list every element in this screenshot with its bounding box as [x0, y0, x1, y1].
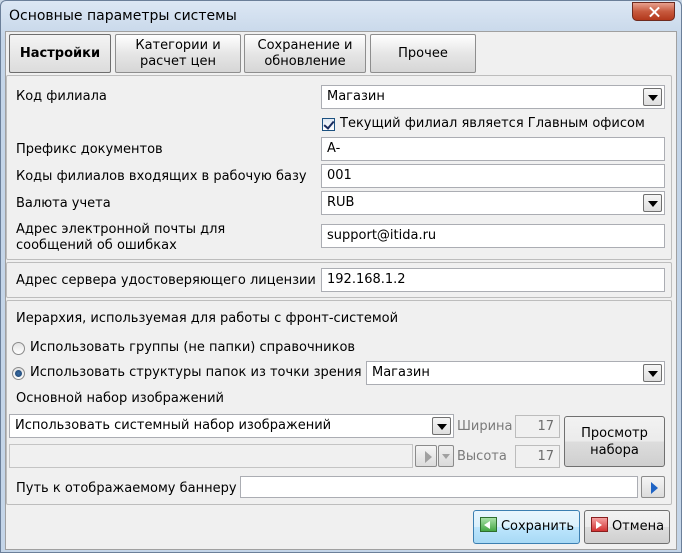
chevron-down-icon[interactable] — [643, 88, 662, 106]
cancel-icon — [591, 517, 608, 532]
tab-other-label: Прочее — [398, 45, 448, 61]
width-label: Ширина — [457, 419, 513, 434]
radio-use-groups[interactable] — [12, 342, 25, 355]
width-input[interactable]: 17 — [515, 415, 560, 438]
image-path-dropdown-button[interactable] — [438, 445, 454, 467]
main-office-checkbox-label: Текущий филиал является Главным офисом — [340, 116, 645, 131]
doc-prefix-label: Префикс документов — [16, 142, 163, 157]
tab-categories-pricing[interactable]: Категории и расчет цен — [115, 34, 241, 73]
banner-path-input[interactable] — [240, 476, 638, 498]
image-set-value: Использовать системный набор изображений — [15, 418, 332, 433]
width-value: 17 — [537, 419, 554, 434]
chevron-down-icon[interactable] — [432, 417, 451, 435]
image-set-select[interactable]: Использовать системный набор изображений — [9, 414, 454, 438]
image-path-input[interactable] — [9, 444, 413, 468]
incoming-codes-input[interactable]: 001 — [321, 164, 665, 188]
incoming-codes-label: Коды филиалов входящих в рабочую базу — [16, 169, 307, 184]
general-settings-panel: Код филиала Магазин Текущий филиал являе… — [6, 75, 672, 260]
radio-use-groups-label: Использовать группы (не папки) справочни… — [30, 340, 356, 355]
title-bar: Основные параметры системы — [1, 1, 681, 31]
chevron-down-icon — [442, 454, 450, 459]
tab-settings[interactable]: Настройки — [9, 34, 111, 73]
preview-set-button[interactable]: Просмотр набора — [564, 416, 665, 467]
error-email-label-line2: сообщений об ошибках — [16, 238, 177, 253]
dialog-client-area: Настройки Категории и расчет цен Сохране… — [5, 31, 677, 550]
currency-value: RUB — [327, 195, 355, 210]
doc-prefix-value: A- — [327, 141, 341, 156]
image-path-browse-button[interactable] — [415, 445, 437, 467]
main-office-checkbox[interactable] — [322, 118, 335, 131]
license-server-value: 192.168.1.2 — [327, 272, 406, 287]
branch-code-value: Магазин — [327, 89, 385, 104]
image-set-heading: Основной набор изображений — [16, 391, 225, 406]
branch-code-label: Код филиала — [16, 89, 107, 104]
chevron-down-icon[interactable] — [643, 194, 662, 212]
save-button[interactable]: Сохранить — [473, 510, 580, 544]
radio-use-folders[interactable] — [12, 367, 25, 380]
height-label: Высота — [457, 449, 507, 464]
window-title: Основные параметры системы — [9, 8, 237, 24]
tab-categories-pricing-label: Категории и расчет цен — [135, 37, 221, 69]
chevron-down-icon[interactable] — [643, 364, 662, 382]
banner-browse-button[interactable] — [641, 476, 665, 498]
currency-select[interactable]: RUB — [321, 191, 665, 215]
license-server-label: Адрес сервера удостоверяющего лицензии — [16, 273, 316, 288]
tab-other[interactable]: Прочее — [370, 34, 476, 73]
hierarchy-images-panel: Иерархия, используемая для работы с фрон… — [6, 300, 672, 505]
close-button[interactable] — [632, 2, 675, 21]
error-email-value: support@itida.ru — [327, 228, 437, 243]
license-server-input[interactable]: 192.168.1.2 — [321, 268, 665, 292]
error-email-label-line1: Адрес электронной почты для — [16, 222, 226, 237]
settings-window: Основные параметры системы Настройки Кат… — [0, 0, 682, 553]
save-icon — [480, 517, 497, 532]
preview-set-label-line1: Просмотр — [581, 426, 648, 441]
tab-settings-label: Настройки — [19, 45, 101, 61]
preview-set-label-line2: набора — [590, 443, 639, 458]
license-panel: Адрес сервера удостоверяющего лицензии 1… — [6, 262, 672, 298]
viewpoint-select[interactable]: Магазин — [366, 361, 665, 385]
height-value: 17 — [537, 449, 554, 464]
play-arrow-icon — [425, 451, 432, 463]
radio-use-folders-label: Использовать структуры папок из точки зр… — [30, 365, 362, 380]
banner-path-label: Путь к отображаемому баннеру — [16, 481, 237, 496]
tab-save-update[interactable]: Сохранение и обновление — [244, 34, 366, 73]
doc-prefix-input[interactable]: A- — [321, 137, 665, 161]
branch-code-select[interactable]: Магазин — [321, 85, 665, 109]
height-input[interactable]: 17 — [515, 445, 560, 468]
hierarchy-heading: Иерархия, используемая для работы с фрон… — [16, 311, 399, 326]
currency-label: Валюта учета — [16, 196, 111, 211]
error-email-input[interactable]: support@itida.ru — [321, 224, 665, 248]
cancel-button[interactable]: Отмена — [584, 510, 670, 544]
play-arrow-icon — [651, 482, 658, 494]
tab-save-update-label: Сохранение и обновление — [257, 37, 353, 69]
viewpoint-value: Магазин — [372, 365, 430, 380]
incoming-codes-value: 001 — [327, 168, 352, 183]
